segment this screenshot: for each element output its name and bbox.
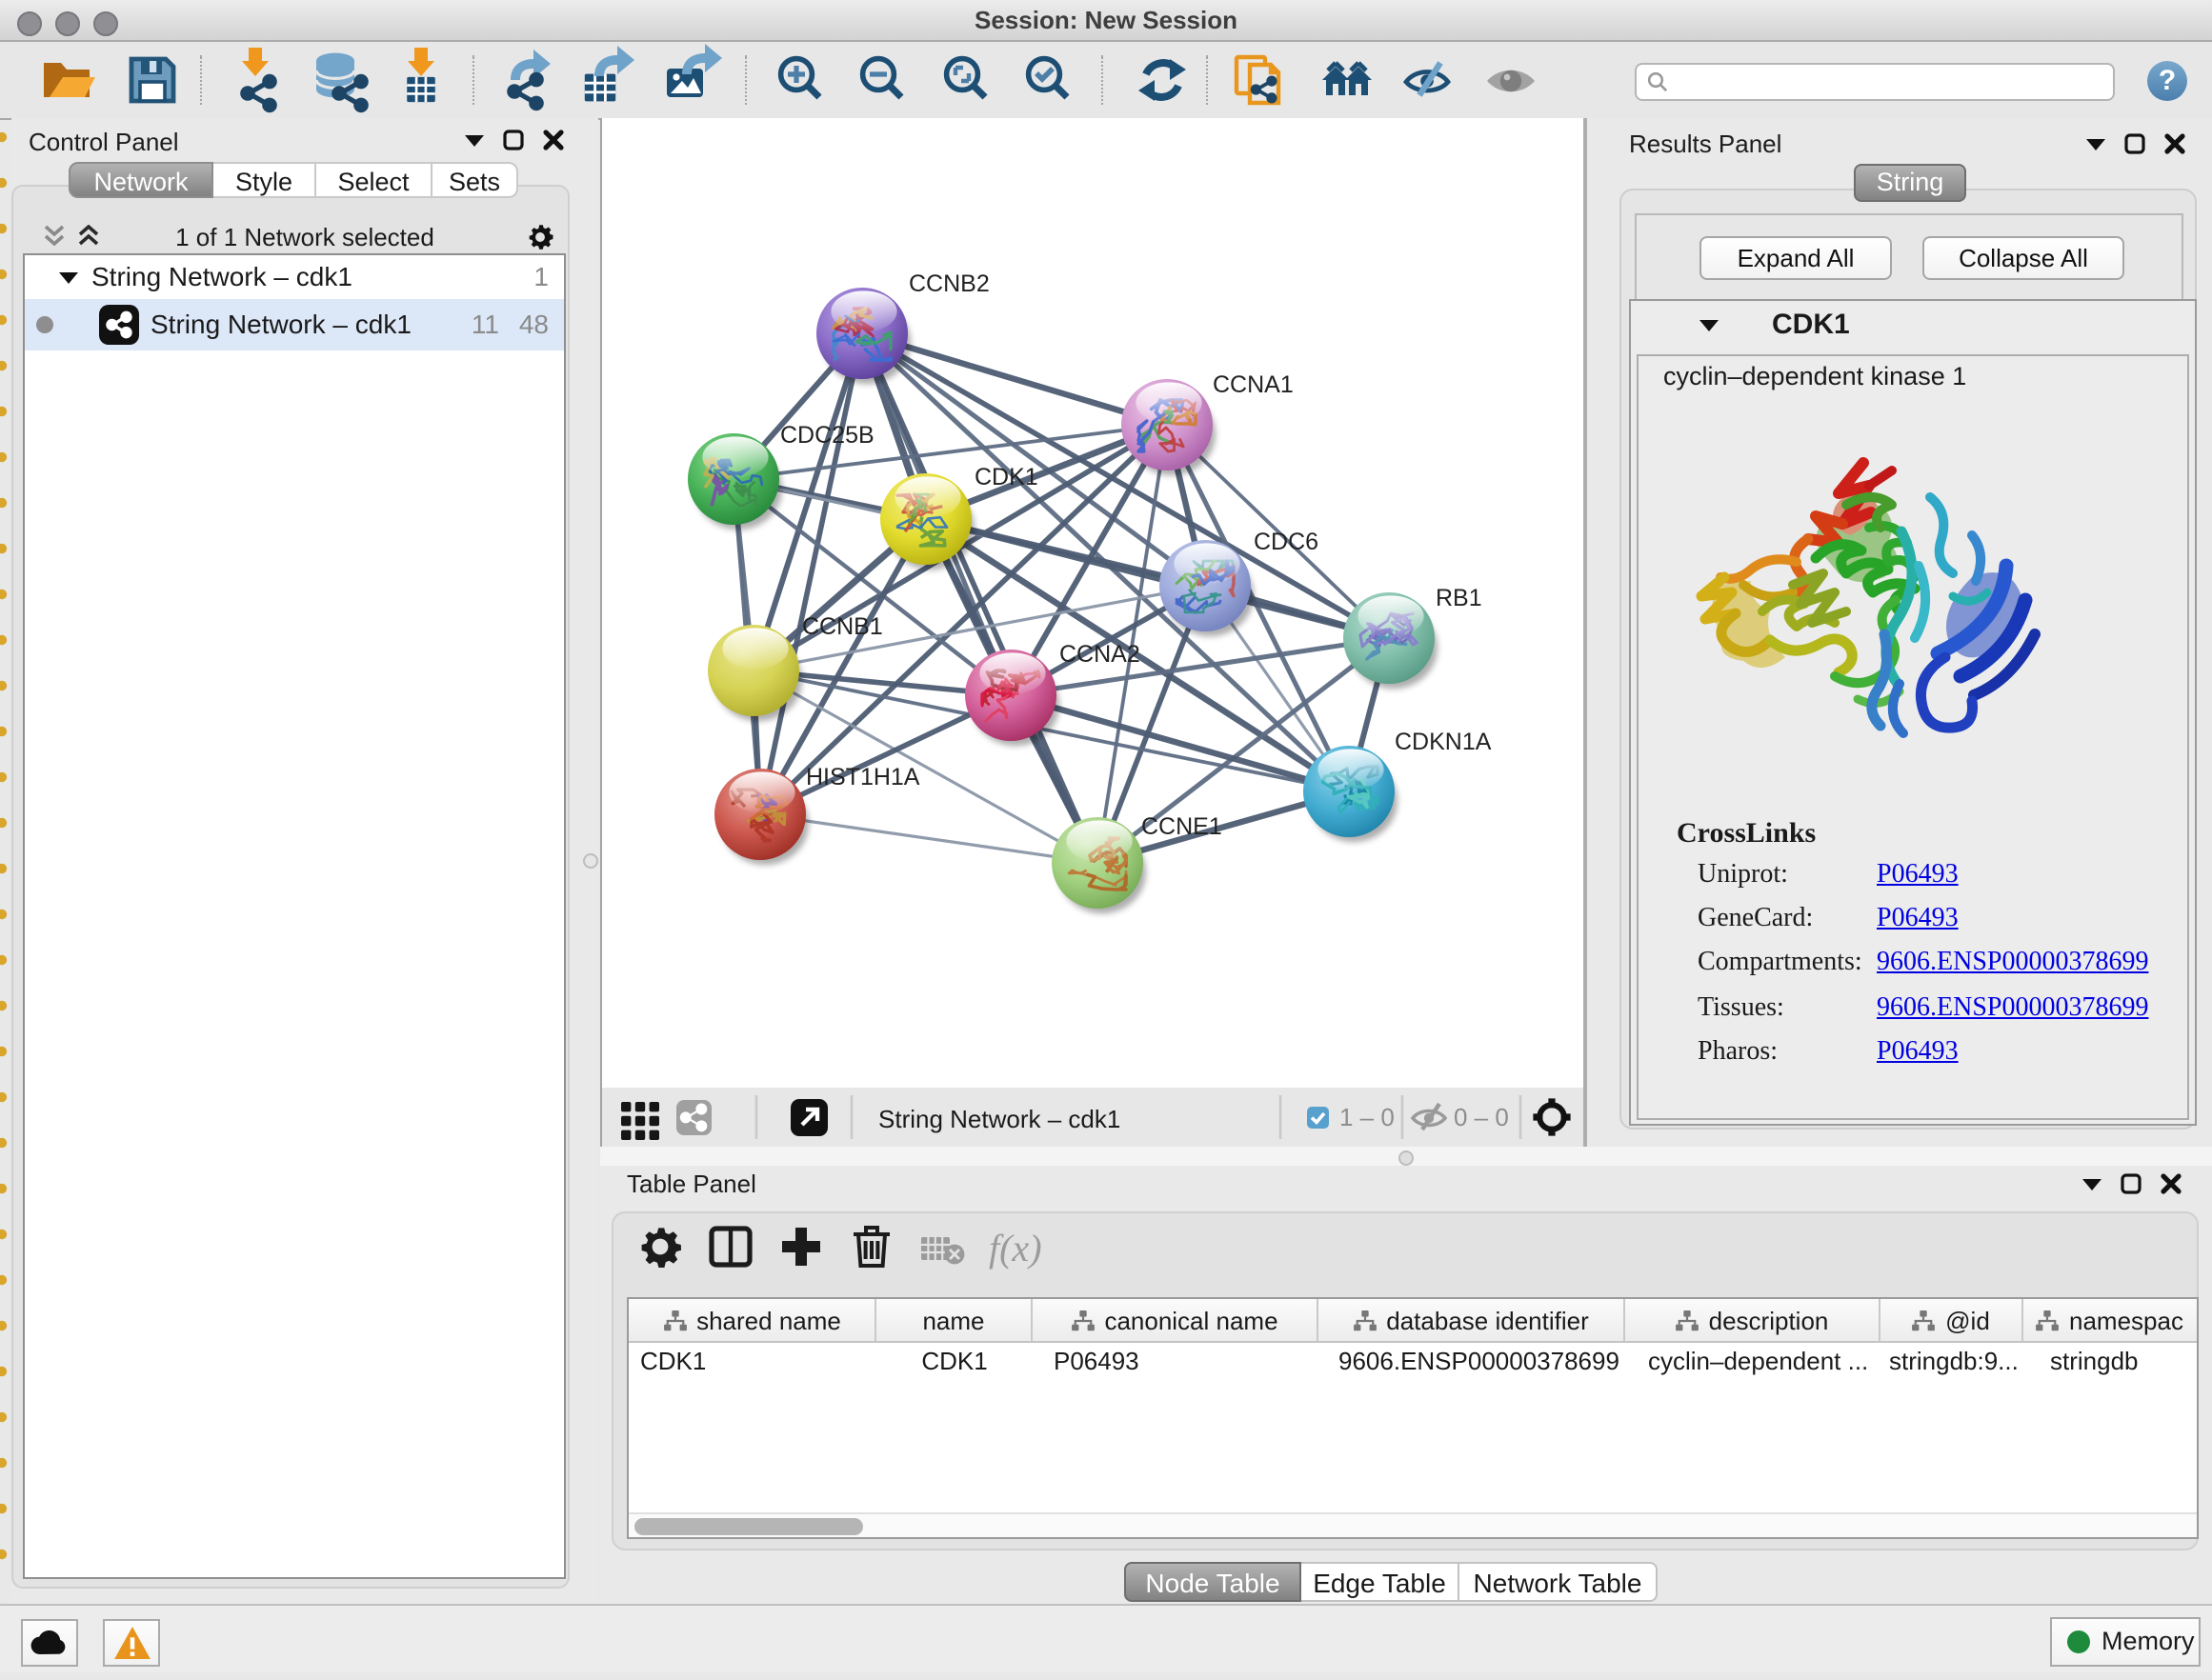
- svg-text:CCNA2: CCNA2: [1059, 641, 1140, 668]
- svg-text:0 – 0: 0 – 0: [1454, 1103, 1509, 1131]
- svg-text:CCNB2: CCNB2: [909, 270, 990, 297]
- svg-text:CDK1: CDK1: [975, 464, 1038, 490]
- svg-text:CCNB1: CCNB1: [802, 613, 883, 640]
- svg-text:CCNE1: CCNE1: [1141, 813, 1222, 840]
- svg-text:HIST1H1A: HIST1H1A: [806, 764, 920, 790]
- svg-text:CDKN1A: CDKN1A: [1395, 729, 1492, 755]
- svg-text:CDC6: CDC6: [1254, 529, 1318, 555]
- svg-text:CCNA1: CCNA1: [1213, 371, 1294, 398]
- svg-text:RB1: RB1: [1436, 585, 1482, 611]
- svg-text:1 – 0: 1 – 0: [1339, 1103, 1395, 1131]
- svg-text:CDC25B: CDC25B: [780, 422, 875, 449]
- svg-text:f(x): f(x): [989, 1227, 1042, 1270]
